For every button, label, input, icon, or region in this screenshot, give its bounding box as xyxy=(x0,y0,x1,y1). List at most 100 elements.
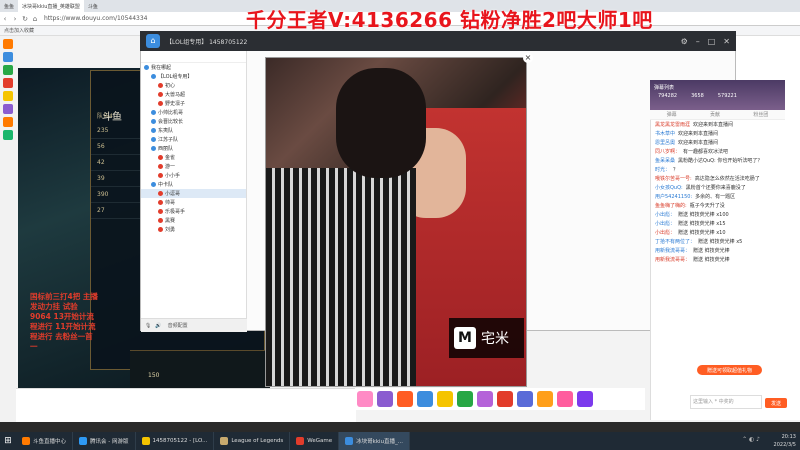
url-field[interactable]: https://www.douyu.com/10544334 xyxy=(44,15,148,22)
chat-username[interactable]: 黑龙黑龙雷雨涯 xyxy=(655,122,690,128)
channel-item[interactable]: 游一 xyxy=(141,162,246,171)
tab-danmu[interactable]: 弹幕 xyxy=(667,111,677,118)
channel-item[interactable]: 小逗哥 xyxy=(141,189,246,198)
chat-message: 时光：？ xyxy=(652,166,787,175)
chat-username[interactable]: 用户54241150: xyxy=(655,194,692,200)
gift-icon[interactable] xyxy=(537,391,553,407)
channel-item[interactable]: 我在哪起 xyxy=(141,63,246,72)
maximize-icon[interactable]: □ xyxy=(708,37,716,46)
taskbar-item[interactable]: League of Legends xyxy=(214,432,291,450)
gift-bar xyxy=(355,388,645,410)
taskbar-item[interactable]: WeGame xyxy=(290,432,340,450)
app-icon[interactable] xyxy=(3,39,13,49)
back-icon[interactable]: ‹ xyxy=(0,14,10,24)
chat-text: 赠送 鲜技荧光棒 x10 xyxy=(678,230,726,236)
chat-username[interactable]: 小出彪： xyxy=(655,212,675,218)
taskbar-item[interactable]: 1458705122 - [LO... xyxy=(136,432,215,450)
channel-item[interactable]: 东夷队 xyxy=(141,126,246,135)
channel-item[interactable]: 西丽队 xyxy=(141,144,246,153)
person-left xyxy=(266,168,416,386)
forward-icon[interactable]: › xyxy=(10,14,20,24)
chat-username[interactable]: 书木草中 xyxy=(655,131,675,137)
minimize-icon[interactable]: – xyxy=(696,37,700,46)
app-icon[interactable] xyxy=(3,91,13,101)
gift-icon[interactable] xyxy=(577,391,593,407)
channel-item[interactable]: 帅哥 xyxy=(141,198,246,207)
browser-tab-active[interactable]: 冰块哥kkiu直播_英雄联盟 xyxy=(18,0,84,12)
refresh-icon[interactable]: ↻ xyxy=(20,14,30,24)
gift-icon[interactable] xyxy=(477,391,493,407)
gift-icon[interactable] xyxy=(417,391,433,407)
bookmark-label[interactable]: 点击加入收藏 xyxy=(4,27,34,34)
chat-username[interactable]: 小出彪： xyxy=(655,230,675,236)
channel-item[interactable]: 野史凛子 xyxy=(141,99,246,108)
channel-item[interactable]: 会晋比较长 xyxy=(141,117,246,126)
audio-config-label[interactable]: 音频配置 xyxy=(168,322,188,329)
browser-tab[interactable]: 鱼鱼 xyxy=(0,0,18,12)
gift-button[interactable]: 赠送可领取超值礼物 xyxy=(697,365,762,375)
taskbar-item[interactable]: 腾讯会 - 网游版 xyxy=(73,432,136,450)
system-tray[interactable]: ⌃ ◐ ♪ xyxy=(742,436,760,443)
gift-icon[interactable] xyxy=(497,391,513,407)
browser-tab[interactable]: 斗鱼 xyxy=(84,0,102,12)
app-icon[interactable] xyxy=(3,52,13,62)
gift-icon[interactable] xyxy=(397,391,413,407)
gift-icon[interactable] xyxy=(517,391,533,407)
chat-username[interactable]: 鱼呆呆桑 xyxy=(655,158,675,164)
chat-username[interactable]: 恩里呂奧 xyxy=(655,140,675,146)
channel-item[interactable]: 初心 xyxy=(141,81,246,90)
channel-item[interactable]: 小小手 xyxy=(141,171,246,180)
taskbar-item[interactable]: 冰块哥kkiu直播_... xyxy=(339,432,411,450)
clock[interactable]: 20:13 2022/3/5 xyxy=(774,432,796,450)
app-icon[interactable] xyxy=(3,65,13,75)
chat-username[interactable]: 鱼鱼嗨了嗨的: xyxy=(655,203,687,209)
channel-item[interactable]: 刘勇 xyxy=(141,225,246,234)
taskbar-item[interactable]: 斗鱼直播中心 xyxy=(16,432,74,450)
chat-text: 黑粉首个还要你来喜鹿没了 xyxy=(685,185,746,191)
clock-time: 20:13 xyxy=(781,434,796,440)
send-button[interactable]: 发送 xyxy=(765,398,787,408)
speaker-icon[interactable]: 🔊 xyxy=(155,323,161,329)
chat-username[interactable]: 时光： xyxy=(655,167,670,173)
chat-username[interactable]: 同八岁啊： xyxy=(655,149,680,155)
home-icon[interactable]: ⌂ xyxy=(30,14,40,24)
channel-item[interactable]: 乐极哥手 xyxy=(141,207,246,216)
app-icon[interactable] xyxy=(3,78,13,88)
gift-icon[interactable] xyxy=(457,391,473,407)
chat-username[interactable]: 丁拾不有两位了： xyxy=(655,239,695,245)
gift-icon[interactable] xyxy=(557,391,573,407)
settings-icon[interactable]: ⚙ xyxy=(681,37,688,46)
channel-item[interactable]: 中卡队 xyxy=(141,180,246,189)
gift-icon[interactable] xyxy=(437,391,453,407)
channel-item[interactable]: 小帅比机哥 xyxy=(141,108,246,117)
status-dot-icon xyxy=(158,101,163,106)
chat-username[interactable]: 用新我流哥哥： xyxy=(655,257,690,263)
gift-icon[interactable] xyxy=(377,391,393,407)
channel-item[interactable]: 江苏子队 xyxy=(141,135,246,144)
chat-username[interactable]: 小女孩QuQ: xyxy=(655,185,683,191)
gift-icon[interactable] xyxy=(357,391,373,407)
chat-username[interactable]: 哦铁尔苦哥一号: xyxy=(655,176,692,182)
chat-messages: 黑龙黑龙雷雨涯 欢迎来到本直播间 书木草中 欢迎来到本直播间 恩里呂奧 欢迎来到本直播间同… xyxy=(652,121,787,371)
chat-input[interactable]: 这里输入 * 中奖的 xyxy=(690,395,762,409)
channel-item[interactable]: 黑赛 xyxy=(141,216,246,225)
tab-contrib[interactable]: 贡献 xyxy=(710,111,720,118)
status-dot-icon xyxy=(151,137,156,142)
app-icon[interactable] xyxy=(3,117,13,127)
chat-username[interactable]: 用新我流哥哥： xyxy=(655,248,690,254)
channel-list: 我在哪起 【LOL组专用】 初心 大兽马超 野史凛子 小帅比机哥 会晋比较长 东夷队 江苏子队西… xyxy=(141,63,246,234)
tab-fans[interactable]: 粉丝团 xyxy=(753,111,768,118)
taskbar-label: 腾讯会 - 网游版 xyxy=(90,439,129,445)
app-icon[interactable] xyxy=(3,104,13,114)
chat-username[interactable]: 小出彪： xyxy=(655,221,675,227)
yy-audio-bar: 🎙 🔊 音频配置 xyxy=(141,318,247,332)
app-icon[interactable] xyxy=(3,130,13,140)
channel-item[interactable]: 大兽马超 xyxy=(141,90,246,99)
close-icon[interactable]: ✕ xyxy=(723,37,730,46)
start-icon[interactable]: ⊞ xyxy=(0,432,16,450)
video-close-icon[interactable]: × xyxy=(523,53,533,63)
channel-item[interactable]: 【LOL组专用】 xyxy=(141,72,246,81)
channel-item[interactable]: 金雀 xyxy=(141,153,246,162)
clock-date: 2022/3/5 xyxy=(773,442,796,448)
mic-icon[interactable]: 🎙 xyxy=(145,323,151,329)
